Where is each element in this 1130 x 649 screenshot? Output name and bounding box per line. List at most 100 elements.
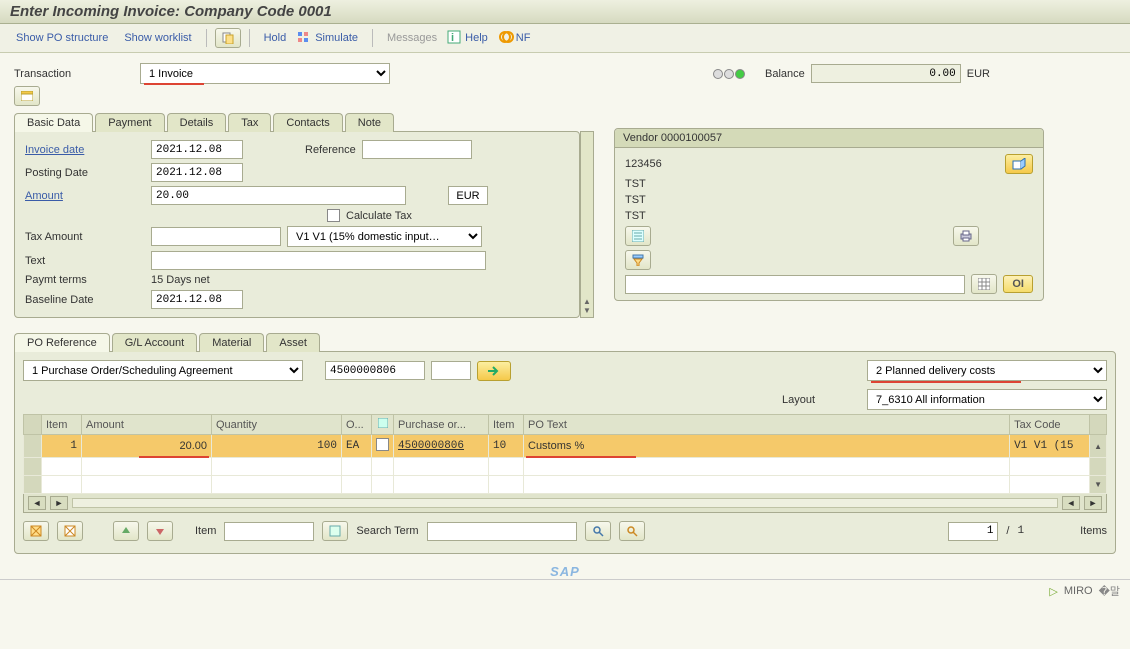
oi-button[interactable]: OI [1003, 275, 1033, 293]
col-item[interactable]: Item [42, 415, 82, 435]
invoice-date-input[interactable] [151, 140, 243, 159]
col-tax-code[interactable]: Tax Code [1010, 415, 1090, 435]
show-po-structure-button[interactable]: Show PO structure [10, 29, 114, 47]
layout-select[interactable]: 7_6310 All information [867, 389, 1107, 410]
sort-desc-icon[interactable] [147, 521, 173, 541]
col-po[interactable]: Purchase or... [394, 415, 489, 435]
cell-unit[interactable]: EA [342, 435, 372, 458]
layout-label: Layout [782, 394, 815, 406]
cell-tax-code[interactable]: V1 V1 (15 [1010, 435, 1090, 458]
amount-input[interactable] [151, 186, 406, 205]
transaction-select[interactable]: 1 Invoice [140, 63, 390, 84]
sort-asc-icon[interactable] [113, 521, 139, 541]
vendor-line-4: TST [625, 210, 646, 222]
tab-contacts[interactable]: Contacts [273, 113, 342, 132]
cell-item[interactable]: 1 [42, 435, 82, 458]
cell-po-text[interactable]: Customs % [524, 435, 1010, 458]
col-po-item[interactable]: Item [489, 415, 524, 435]
vendor-header: Vendor 0000100057 [615, 129, 1043, 148]
deselect-all-icon[interactable] [57, 521, 83, 541]
cost-select[interactable]: 2 Planned delivery costs [867, 360, 1107, 381]
tab-gl-account[interactable]: G/L Account [112, 333, 198, 352]
calculate-tax-checkbox[interactable] [327, 209, 340, 222]
grid-footer-toolbar: Item Search Term / 1 Items [23, 517, 1107, 545]
panel-scrollbar[interactable]: ▲ ▼ [580, 131, 594, 318]
cell-checkbox[interactable] [372, 435, 394, 458]
cell-amount[interactable]: 20.00 [82, 435, 212, 458]
tab-tax[interactable]: Tax [228, 113, 271, 132]
balance-currency: EUR [967, 68, 990, 80]
tab-note[interactable]: Note [345, 113, 394, 132]
scroll-left-icon[interactable]: ◄ [28, 496, 46, 510]
po-item-input[interactable] [431, 361, 471, 380]
item-search-input[interactable] [224, 522, 314, 541]
text-input[interactable] [151, 251, 486, 270]
vendor-search-input[interactable] [625, 275, 965, 294]
col-amount[interactable]: Amount [82, 415, 212, 435]
scroll-up-icon[interactable]: ▲ [1090, 435, 1107, 458]
sap-logo: SAP [0, 564, 1130, 579]
cell-po-item[interactable]: 10 [489, 435, 524, 458]
highlight-marker [144, 83, 204, 85]
po-number-input[interactable] [325, 361, 425, 380]
highlight-marker [871, 381, 1021, 383]
display-vendor-icon[interactable] [1005, 154, 1033, 174]
horizontal-scrollbar[interactable] [72, 498, 1058, 508]
item-grid: Item Amount Quantity O... Purchase or...… [23, 414, 1107, 494]
find-next-icon[interactable] [619, 521, 645, 541]
table-row[interactable]: 1 20.00 100 EA 4500000806 10 Customs % V… [24, 435, 1107, 458]
search-term-input[interactable] [427, 522, 577, 541]
scroll-down-icon[interactable]: ▼ [1090, 476, 1107, 494]
tab-basic-data[interactable]: Basic Data [14, 113, 93, 132]
col-order-unit[interactable]: O... [342, 415, 372, 435]
scroll-right-icon[interactable]: ► [50, 496, 68, 510]
col-quantity[interactable]: Quantity [212, 415, 342, 435]
tab-payment[interactable]: Payment [95, 113, 164, 132]
dropdown-icon[interactable]: �말 [1099, 583, 1120, 599]
nf-icon [498, 30, 514, 46]
table-row[interactable]: ▼ [24, 476, 1107, 494]
separator [249, 29, 250, 47]
select-all-icon[interactable] [23, 521, 49, 541]
col-selector[interactable] [372, 415, 394, 435]
nf-button[interactable]: NF [498, 29, 537, 47]
other-invoice-icon[interactable] [215, 28, 241, 48]
tab-po-reference[interactable]: PO Reference [14, 333, 110, 352]
tax-amount-input[interactable] [151, 227, 281, 246]
col-po-text[interactable]: PO Text [524, 415, 1010, 435]
balance-value [811, 64, 961, 83]
find-icon[interactable] [585, 521, 611, 541]
table-row[interactable] [24, 458, 1107, 476]
reference-input[interactable] [362, 140, 472, 159]
hold-button[interactable]: Hold [258, 29, 293, 47]
page-current[interactable] [948, 522, 998, 541]
scroll-right-end-icon[interactable]: ► [1084, 496, 1102, 510]
cell-quantity[interactable]: 100 [212, 435, 342, 458]
amount-label[interactable]: Amount [25, 190, 145, 202]
search-term-label: Search Term [356, 525, 418, 537]
cell-po-number[interactable]: 4500000806 [394, 435, 489, 458]
baseline-date-input[interactable] [151, 290, 243, 309]
item-find-icon[interactable] [322, 521, 348, 541]
tab-asset[interactable]: Asset [266, 333, 320, 352]
simulate-label: Simulate [315, 29, 364, 47]
reference-category-select[interactable]: 1 Purchase Order/Scheduling Agreement [23, 360, 303, 381]
vendor-grid-icon[interactable] [971, 274, 997, 294]
help-button[interactable]: i Help [447, 29, 494, 47]
posting-date-input[interactable] [151, 163, 243, 182]
tab-material[interactable]: Material [199, 333, 264, 352]
invoice-date-label[interactable]: Invoice date [25, 144, 145, 156]
tab-details[interactable]: Details [167, 113, 227, 132]
tax-code-select[interactable]: V1 V1 (15% domestic input… [287, 226, 482, 247]
scroll-left-end-icon[interactable]: ◄ [1062, 496, 1080, 510]
vendor-line-2: TST [625, 178, 646, 190]
vendor-print-icon[interactable] [953, 226, 979, 246]
header-toggle-icon[interactable] [14, 86, 40, 106]
simulate-button[interactable]: Simulate [296, 29, 364, 47]
vendor-list-icon[interactable] [625, 226, 651, 246]
show-worklist-button[interactable]: Show worklist [118, 29, 197, 47]
execute-icon[interactable] [477, 361, 511, 381]
vendor-filter-icon[interactable] [625, 250, 651, 270]
text-label: Text [25, 255, 145, 267]
items-label: Items [1080, 525, 1107, 537]
